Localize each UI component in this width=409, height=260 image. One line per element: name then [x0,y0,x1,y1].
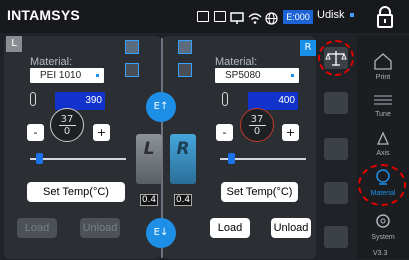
right-nozzle-size: 0.4 [174,194,192,206]
left-current-temp: 37 [60,114,74,125]
right-unload-button[interactable]: Unload [271,218,311,238]
axis-icon [376,131,390,145]
right-target-temp: 0 [253,126,261,137]
left-nozzle-size: 0.4 [140,194,158,206]
left-unload-button[interactable]: Unload [80,218,120,238]
left-target-temp: 0 [63,126,71,137]
left-set-temp-button[interactable]: Set Temp(°C) [27,182,125,202]
left-slider-knob[interactable] [36,153,43,164]
gear-icon [376,214,390,228]
right-thermometer-icon [222,92,228,106]
wifi-icon[interactable] [248,10,262,24]
left-material-label: Material: [30,56,73,68]
right-material-select[interactable]: SP5080 [215,68,299,83]
balance-scale-icon[interactable] [324,47,348,69]
left-temp-dial: 37 0 [50,108,84,142]
left-thermometer-icon [30,92,36,106]
material-icon [376,169,390,185]
grid-icon[interactable] [197,11,209,22]
extruder-up-button[interactable]: E↑ [146,92,176,122]
left-nozzle: L [136,134,162,184]
globe-icon[interactable] [265,10,278,25]
dropdown-arrow-icon [96,74,99,77]
nav-item-print[interactable]: Print [357,52,409,81]
right-spool-icon[interactable] [178,40,192,54]
left-temp-slider[interactable] [30,158,126,160]
right-load-button[interactable]: Load [210,218,250,238]
right-temp-dial: 37 0 [240,108,274,142]
extrude-tool-icon[interactable] [324,92,348,114]
left-minus-button[interactable]: - [27,124,44,141]
right-material-label: Material: [215,56,258,68]
right-slider-knob[interactable] [228,153,235,164]
sliders-icon [374,95,392,105]
storage-label[interactable]: Udisk [317,9,345,21]
right-set-temp-button[interactable]: Set Temp(°C) [221,182,298,202]
error-code-badge[interactable]: E:000 [283,10,313,24]
lock-icon[interactable] [372,5,398,29]
right-minus-button[interactable]: - [216,124,233,141]
brand-logo: INTAMSYS [7,7,80,23]
left-load-button[interactable]: Load [17,218,57,238]
nav-item-tune[interactable]: Tune [357,92,409,118]
right-nozzle: R [170,134,196,184]
dropdown-arrow-icon [291,74,294,77]
left-tag: L [6,36,22,52]
right-plus-button[interactable]: + [282,124,299,141]
monitor-icon[interactable] [230,10,244,24]
right-current-temp: 37 [250,114,264,125]
storage-dropdown-icon[interactable] [350,13,354,17]
document-icon[interactable] [214,11,226,22]
nav-item-axis[interactable]: Axis [357,130,409,157]
left-spool-icon-2[interactable] [125,63,139,77]
left-plus-button[interactable]: + [93,124,110,141]
left-spool-icon[interactable] [125,40,139,54]
spool-tool-icon[interactable] [324,182,348,204]
right-tag: R [300,40,316,56]
document-tool-icon[interactable] [324,226,348,248]
nav-item-material[interactable]: Material [357,168,409,197]
extruder-down-button[interactable]: E↓ [146,218,176,248]
right-spool-icon-2[interactable] [178,63,192,77]
left-set-temp-value[interactable]: 390 [55,92,105,110]
left-material-select[interactable]: PEI 1010 [30,68,104,83]
nav-item-system[interactable]: System [357,212,409,241]
retract-tool-icon[interactable] [324,138,348,160]
version-label: V3.3 [373,250,388,257]
home-icon [374,53,392,70]
